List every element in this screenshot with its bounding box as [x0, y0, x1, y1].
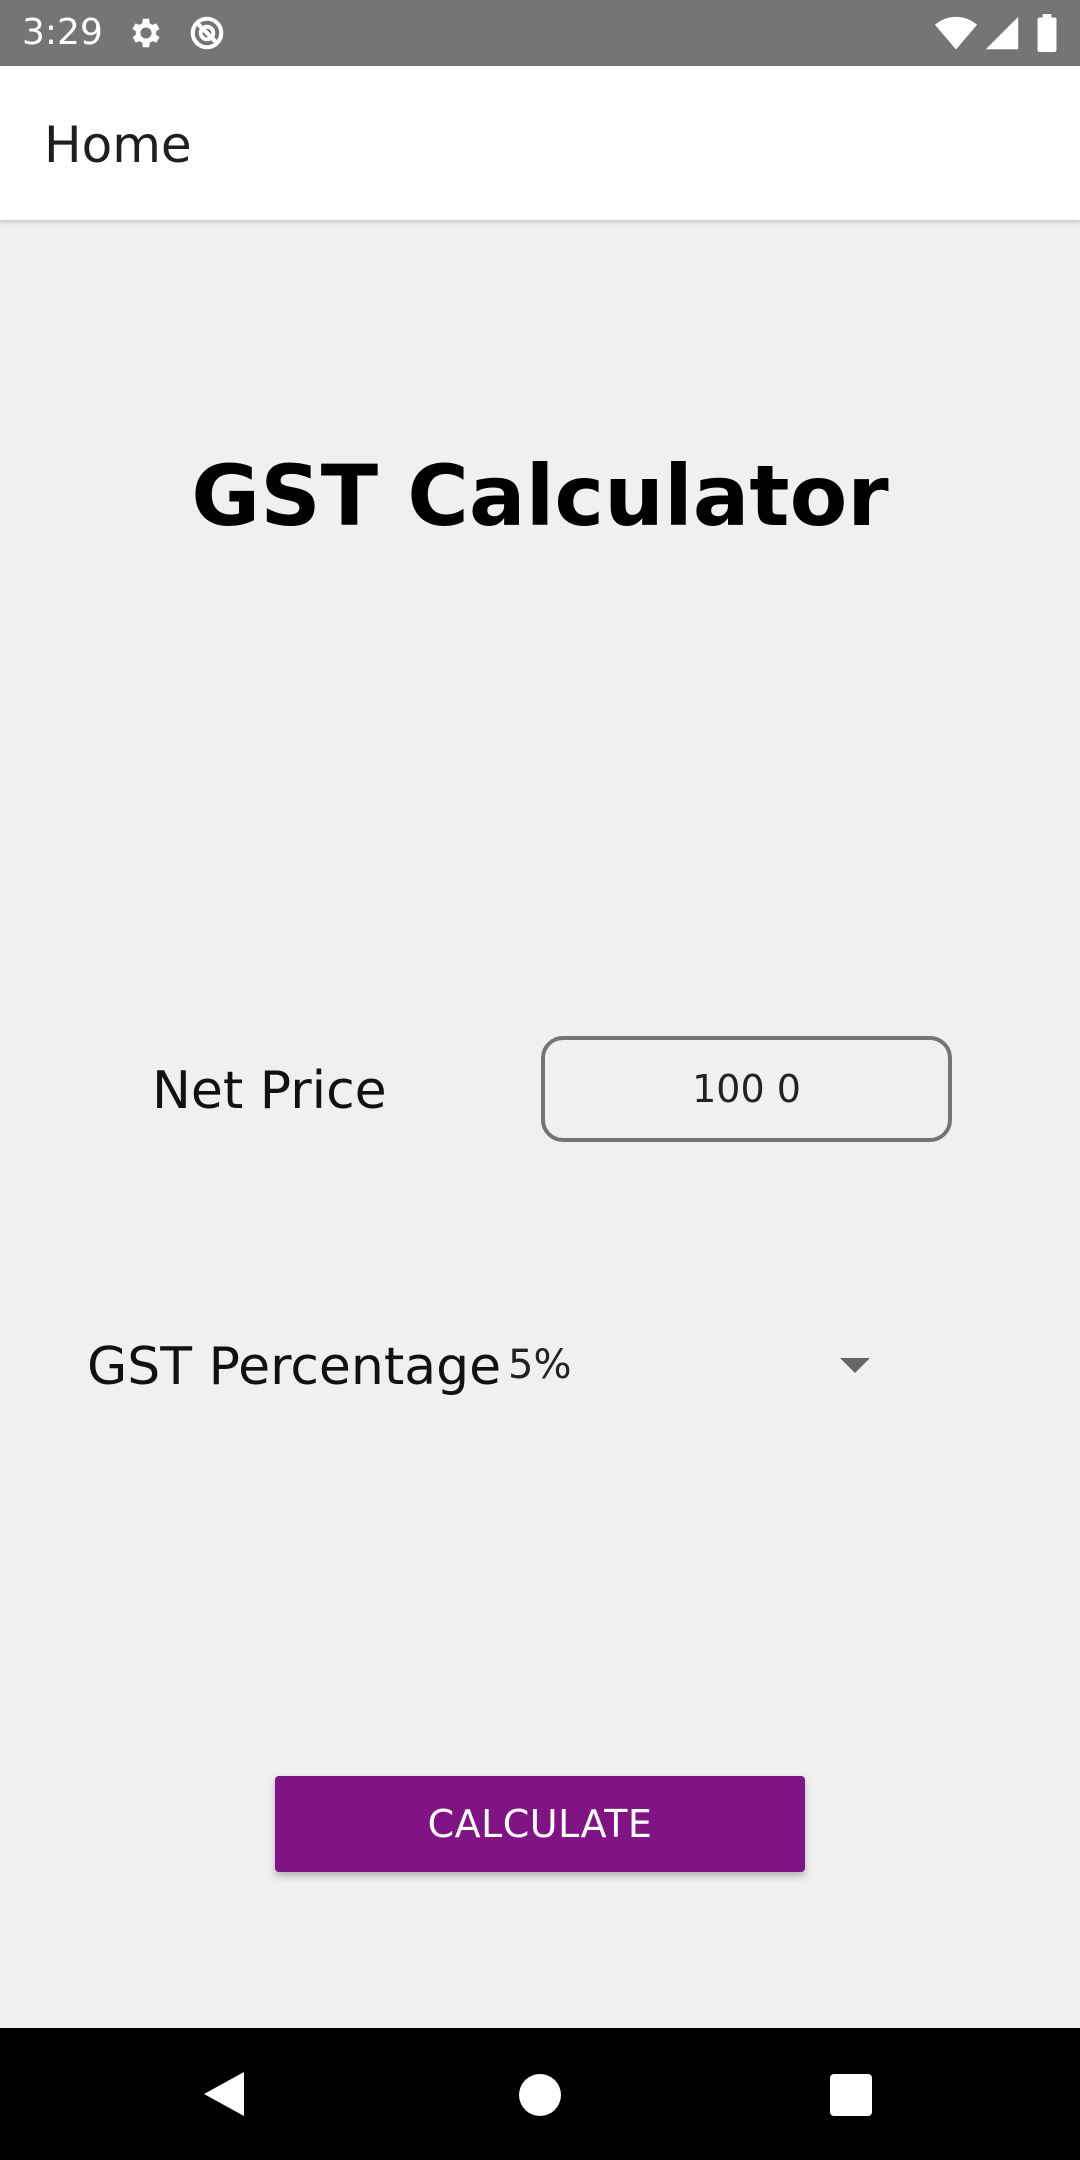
- battery-icon: [1037, 14, 1057, 52]
- gst-percentage-label: GST Percentage: [87, 1337, 502, 1397]
- wifi-icon: [934, 16, 978, 50]
- status-bar: 3:29: [0, 0, 1080, 66]
- gst-percentage-selected-value: 5%: [508, 1342, 572, 1388]
- net-price-input[interactable]: [541, 1036, 952, 1142]
- back-icon[interactable]: [204, 2072, 244, 2116]
- calculate-button[interactable]: CALCULATE: [275, 1776, 805, 1872]
- net-price-label: Net Price: [152, 1061, 387, 1121]
- navigation-bar: [0, 2028, 1080, 2160]
- gst-percentage-dropdown[interactable]: 5%: [500, 1330, 900, 1404]
- recents-icon[interactable]: [830, 2074, 872, 2116]
- status-time: 3:29: [22, 12, 103, 53]
- dropdown-arrow-icon: [840, 1358, 870, 1373]
- do-not-disturb-icon: [190, 16, 224, 50]
- page-title: GST Calculator: [191, 447, 889, 545]
- settings-gear-icon: [132, 18, 160, 48]
- home-icon[interactable]: [519, 2074, 561, 2116]
- screen: 3:29 Home GST Calculator Net Price GST P…: [0, 0, 1080, 2160]
- app-bar: Home: [0, 66, 1080, 220]
- cellular-signal-icon: [985, 16, 1019, 50]
- app-bar-title: Home: [44, 116, 192, 174]
